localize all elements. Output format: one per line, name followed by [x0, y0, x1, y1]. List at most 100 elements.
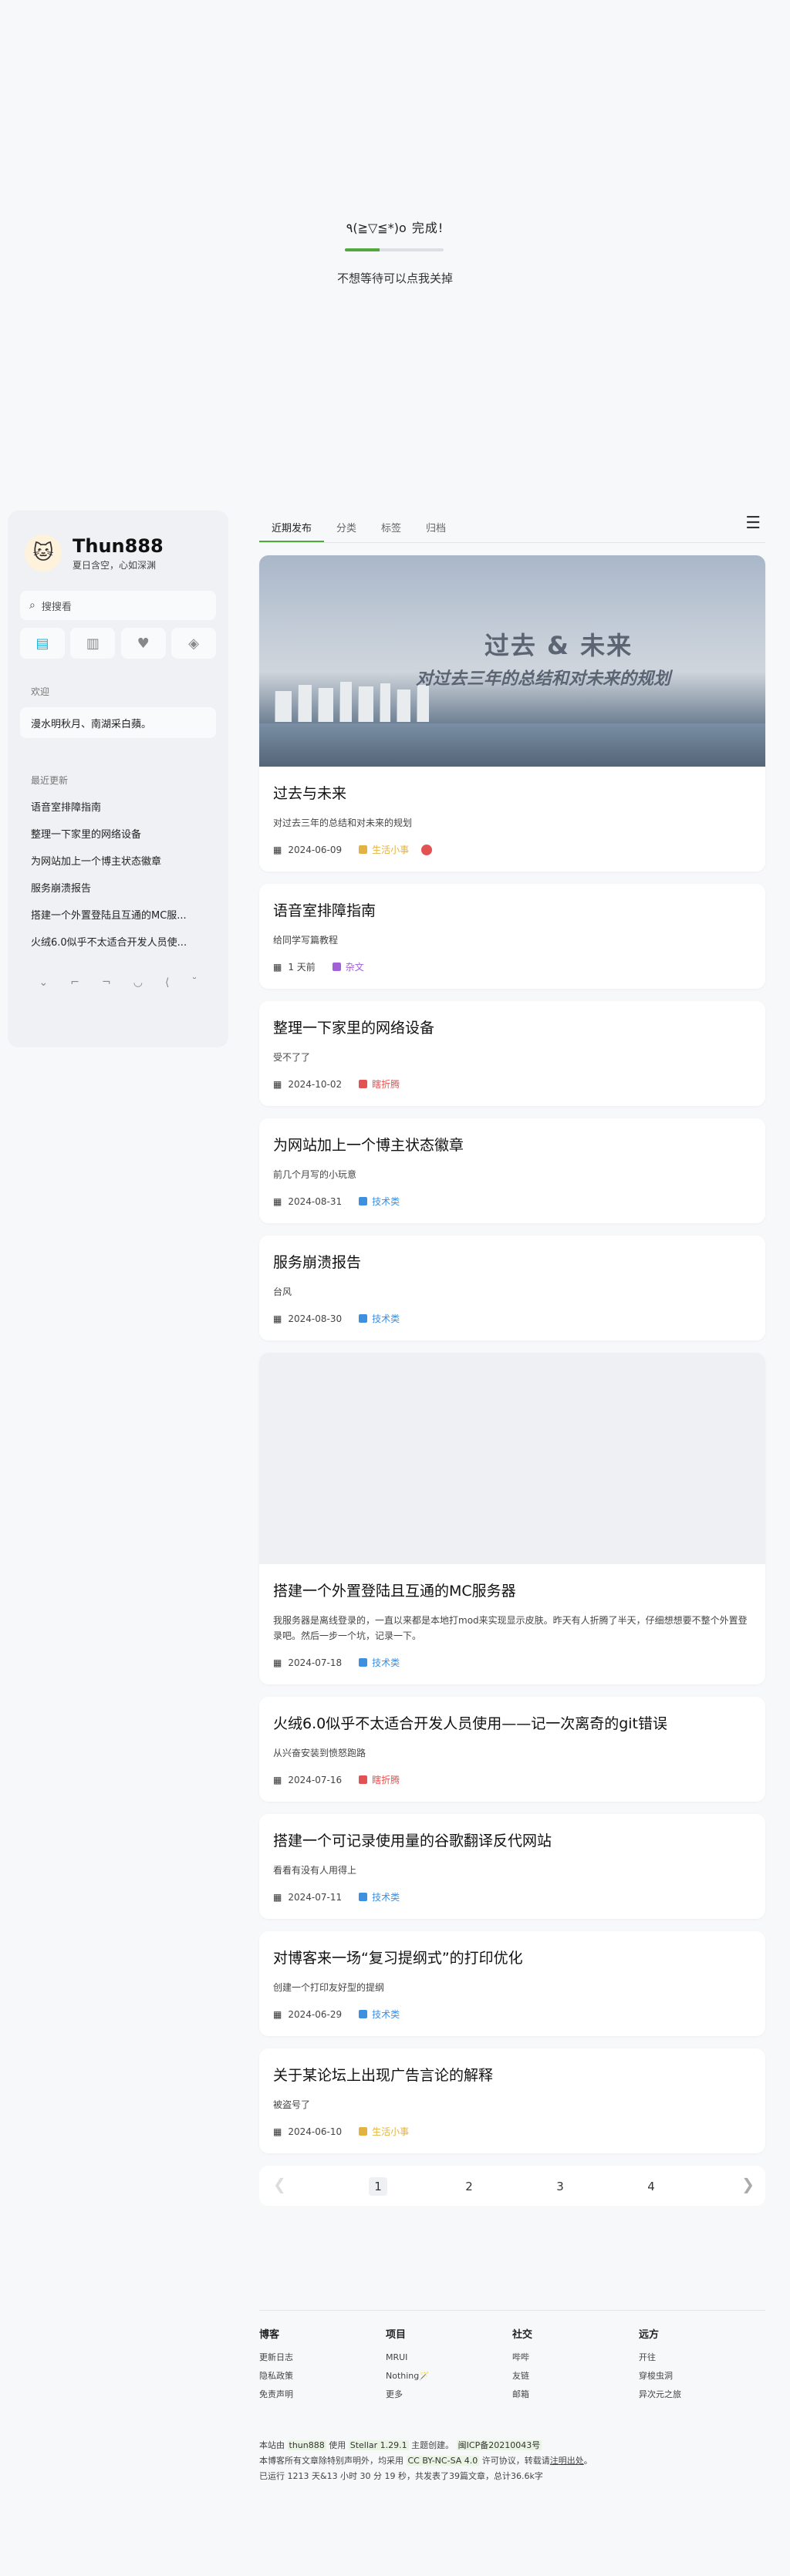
blog-nav-icon[interactable]: ▤ [20, 628, 65, 659]
calendar-icon: ▦ [273, 1657, 282, 1668]
mail-icon[interactable]: ◡ [133, 976, 143, 989]
site-subtitle: 夏日含空，心如深渊 [73, 559, 157, 571]
icp-link[interactable]: 闽ICP备20210043号 [456, 2440, 542, 2450]
category-icon [359, 1080, 368, 1088]
main-content: 近期发布 分类 标签 归档 ☰ 过去 & 未来 对过去三年的总结和对未来的规划 … [259, 511, 765, 2206]
footer-col-blog: 博客 更新日志 隐私政策 免责声明 [259, 2326, 386, 2404]
footer-link[interactable]: 更多 [386, 2385, 512, 2404]
post-cover-image: 过去 & 未来 对过去三年的总结和对未来的规划 [259, 555, 765, 767]
loading-dismiss-hint[interactable]: 不想等待可以点我关掉 [0, 270, 790, 286]
avatar[interactable]: 🐱 [25, 534, 62, 572]
footer-link[interactable]: 开往 [639, 2348, 765, 2367]
footer-link[interactable]: 友链 [512, 2367, 639, 2385]
recent-item[interactable]: 火绒6.0似乎不太适合开发人员使... [20, 929, 216, 956]
cover-title: 过去 & 未来 [484, 631, 633, 660]
recent-item[interactable]: 服务崩溃报告 [20, 875, 216, 902]
recent-item[interactable]: 为网站加上一个博主状态徽章 [20, 848, 216, 875]
recent-list: 语音室排障指南 整理一下家里的网络设备 为网站加上一个博主状态徽章 服务崩溃报告… [20, 794, 216, 956]
category-icon [332, 963, 341, 971]
footer-link[interactable]: Nothing🪄 [386, 2367, 512, 2385]
calendar-icon: ▦ [273, 1313, 282, 1324]
page-2[interactable]: 2 [460, 2177, 478, 2196]
post-title[interactable]: 服务崩溃报告 [273, 1251, 751, 1272]
recent-item[interactable]: 语音室排障指南 [20, 794, 216, 821]
notes-nav-icon[interactable]: ♥ [120, 628, 166, 659]
footer-link[interactable]: 更新日志 [259, 2348, 386, 2367]
github-icon[interactable]: ⌄ [39, 976, 49, 989]
post-title[interactable]: 搭建一个外置登陆且互通的MC服务器 [273, 1580, 751, 1600]
post-card[interactable]: 搭建一个可记录使用量的谷歌翻译反代网站 看看有没有人用得上 ▦ 2024-07-1… [259, 1814, 765, 1919]
recent-item[interactable]: 搭建一个外置登陆且互通的MC服... [20, 902, 216, 929]
license-link[interactable]: CC BY-NC-SA 4.0 [406, 2456, 480, 2466]
recent-item[interactable]: 整理一下家里的网络设备 [20, 821, 216, 848]
post-category[interactable]: 技术类 [359, 2008, 400, 2021]
post-card[interactable]: 整理一下家里的网络设备 受不了了 ▦ 2024-10-02 瞎折腾 [259, 1001, 765, 1106]
prev-page-icon[interactable]: ❮ [273, 2175, 286, 2193]
water [259, 723, 765, 767]
rss-icon[interactable]: ¬ [102, 976, 111, 989]
post-card[interactable]: 为网站加上一个博主状态徽章 前几个月写的小玩意 ▦ 2024-08-31 技术类 [259, 1118, 765, 1223]
post-excerpt: 创建一个打印友好型的提纲 [273, 1982, 385, 1993]
music-icon[interactable]: ⌐ [70, 976, 79, 989]
page-1[interactable]: 1 [369, 2177, 387, 2196]
post-title[interactable]: 整理一下家里的网络设备 [273, 1017, 751, 1037]
tab-archive[interactable]: 归档 [414, 520, 458, 542]
list-view-icon[interactable]: ☰ [745, 514, 761, 533]
owner-link[interactable]: thun888 [287, 2440, 326, 2450]
post-card[interactable]: 服务崩溃报告 台风 ▦ 2024-08-30 技术类 [259, 1236, 765, 1340]
post-category[interactable]: 技术类 [359, 1890, 400, 1903]
footer-link[interactable]: 邮箱 [512, 2385, 639, 2404]
search-input[interactable]: ⌕ 搜搜看 [20, 591, 216, 620]
footer-link[interactable]: 隐私政策 [259, 2367, 386, 2385]
post-category[interactable]: 技术类 [359, 1656, 400, 1669]
post-title[interactable]: 对博客来一场“复习提纲式”的打印优化 [273, 1947, 751, 1967]
post-card[interactable]: 搭建一个外置登陆且互通的MC服务器 我服务器是离线登录的，一直以来都是本地打mo… [259, 1353, 765, 1684]
post-category[interactable]: 生活小事 [359, 2125, 409, 2138]
calendar-icon: ▦ [273, 961, 282, 973]
footer-link[interactable]: 哔哔 [512, 2348, 639, 2367]
post-category[interactable]: 瞎折腾 [359, 1077, 400, 1091]
footer-link[interactable]: 免责声明 [259, 2385, 386, 2404]
link-icon[interactable]: ⟨ [165, 976, 169, 989]
welcome-label: 欢迎 [31, 686, 50, 697]
tab-recent[interactable]: 近期发布 [259, 520, 325, 542]
more-icon[interactable]: ˘ [191, 976, 197, 989]
site-name[interactable]: Thun888 [73, 535, 164, 557]
post-card[interactable]: 语音室排障指南 给同学写篇教程 ▦ 1 天前 杂文 [259, 884, 765, 989]
page-3[interactable]: 3 [551, 2177, 569, 2196]
post-category[interactable]: 瞎折腾 [359, 1773, 400, 1786]
tab-categories[interactable]: 分类 [324, 520, 369, 542]
post-card[interactable]: 关于某论坛上出现广告言论的解释 被盗号了 ▦ 2024-06-10 生活小事 [259, 2048, 765, 2153]
next-page-icon[interactable]: ❯ [741, 2175, 755, 2193]
footer-link[interactable]: 异次元之旅 [639, 2385, 765, 2404]
post-category[interactable]: 杂文 [332, 960, 364, 973]
post-card[interactable]: 过去 & 未来 对过去三年的总结和对未来的规划 过去与未来 对过去三年的总结和对… [259, 555, 765, 872]
pin-icon [421, 844, 433, 855]
post-title[interactable]: 关于某论坛上出现广告言论的解释 [273, 2064, 751, 2085]
profile[interactable]: 🐱 Thun888 夏日含空，心如深渊 [20, 534, 216, 572]
post-category[interactable]: 技术类 [359, 1312, 400, 1325]
post-title[interactable]: 搭建一个可记录使用量的谷歌翻译反代网站 [273, 1829, 751, 1850]
loading-overlay[interactable]: ٩(≧▽≦*)o 完成! 不想等待可以点我关掉 [0, 0, 790, 509]
theme-link[interactable]: Stellar 1.29.1 [348, 2440, 409, 2450]
post-tabs: 近期发布 分类 标签 归档 ☰ [259, 511, 765, 543]
category-icon [359, 1893, 368, 1901]
post-title[interactable]: 为网站加上一个博主状态徽章 [273, 1134, 751, 1155]
calendar-icon: ▦ [273, 1891, 282, 1903]
footer-link[interactable]: MRUI [386, 2348, 512, 2367]
wiki-nav-icon[interactable]: ▥ [70, 628, 116, 659]
post-card[interactable]: 对博客来一场“复习提纲式”的打印优化 创建一个打印友好型的提纲 ▦ 2024-06… [259, 1931, 765, 2036]
post-category[interactable]: 技术类 [359, 1195, 400, 1208]
post-category[interactable]: 生活小事 [359, 843, 409, 856]
post-title[interactable]: 语音室排障指南 [273, 899, 751, 920]
footer-line-1: 本站由 thun888 使用 Stellar 1.29.1 主题创建。 闽ICP… [259, 2440, 542, 2450]
attribution-link[interactable]: 注明出处 [550, 2456, 584, 2466]
post-title[interactable]: 火绒6.0似乎不太适合开发人员使用——记一次离奇的git错误 [273, 1712, 751, 1733]
page-4[interactable]: 4 [642, 2177, 660, 2196]
post-date: ▦ 2024-08-31 [273, 1195, 343, 1207]
post-card[interactable]: 火绒6.0似乎不太适合开发人员使用——记一次离奇的git错误 从兴奋安装到愤怒跑… [259, 1697, 765, 1802]
footer-link[interactable]: 穿梭虫洞 [639, 2367, 765, 2385]
tab-tags[interactable]: 标签 [369, 520, 414, 542]
explore-nav-icon[interactable]: ◈ [170, 628, 216, 659]
post-title[interactable]: 过去与未来 [273, 782, 751, 803]
